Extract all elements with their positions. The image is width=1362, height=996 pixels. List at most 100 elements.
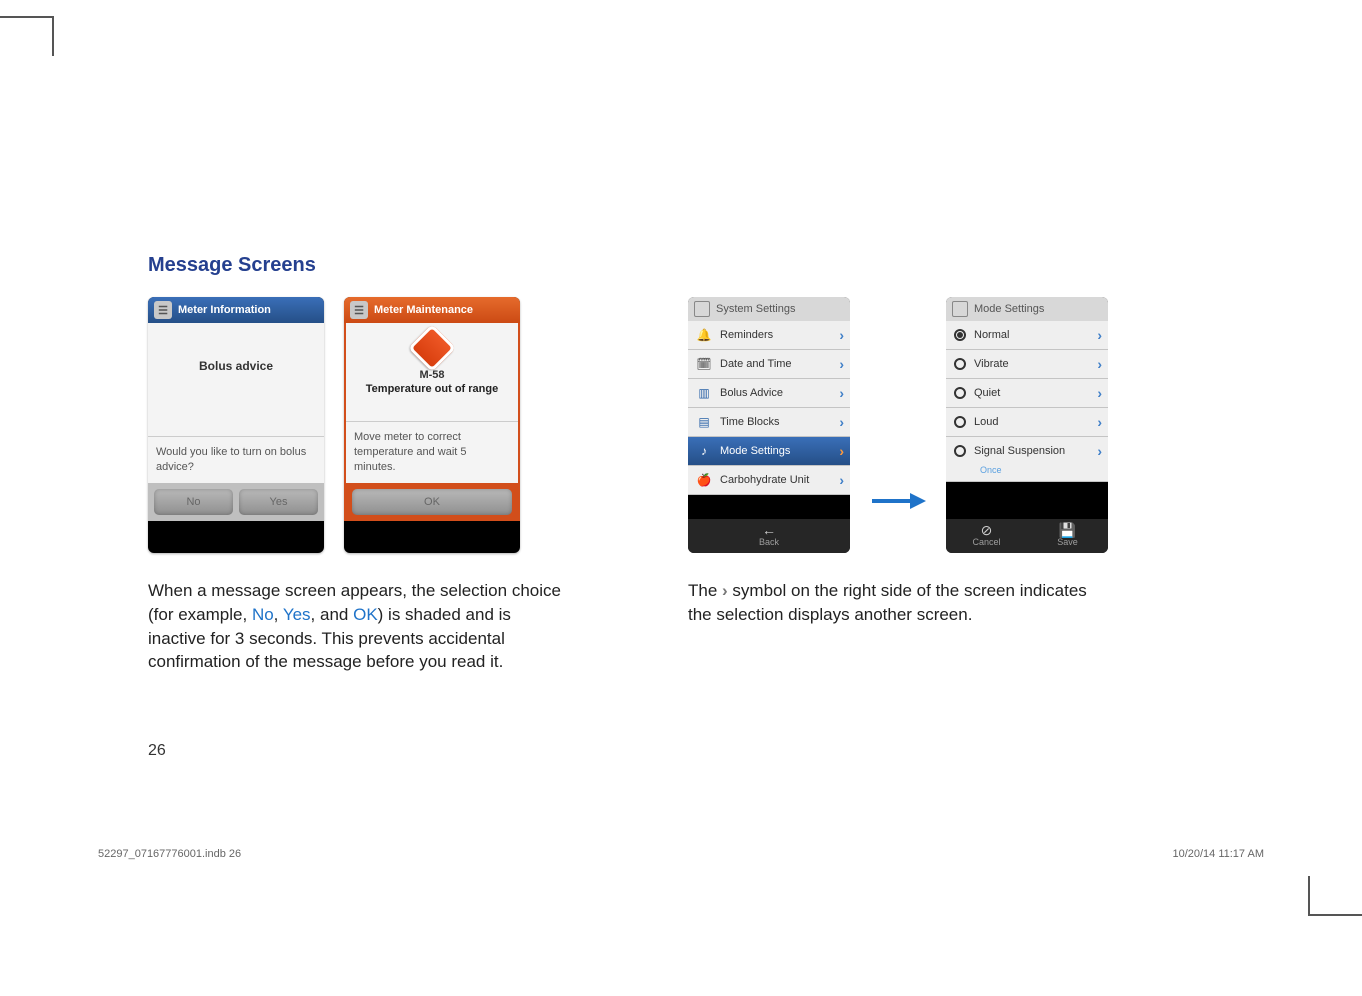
dialog-question: Would you like to turn on bolus advice?: [148, 445, 324, 483]
foot-label: Cancel: [972, 537, 1000, 547]
row-label: Reminders: [720, 329, 831, 341]
maintenance-name: Temperature out of range: [346, 383, 518, 395]
chevron-right-icon: ›: [839, 443, 844, 459]
settings-icon: [694, 301, 710, 317]
right-column: System Settings 🔔 Reminders › 🗓 Date and…: [688, 297, 1108, 674]
radio-icon: [954, 416, 966, 428]
row-signal-suspension[interactable]: Signal Suspension › Once: [946, 437, 1108, 482]
row-carb-unit[interactable]: 🍎 Carbohydrate Unit ›: [688, 466, 850, 495]
footer-timestamp: 10/20/14 11:17 AM: [1172, 848, 1264, 860]
blocks-icon: ▤: [696, 414, 712, 430]
footer-filename: 52297_07167776001.indb 26: [98, 848, 241, 860]
row-sublabel: Once: [954, 465, 1102, 475]
screen-header: Mode Settings: [946, 297, 1108, 321]
highlight-ok: OK: [353, 605, 378, 624]
text-run: symbol on the right side of the screen i…: [688, 581, 1087, 624]
yes-button[interactable]: Yes: [239, 489, 318, 515]
bell-icon: 🔔: [696, 327, 712, 343]
row-bolus-advice[interactable]: ▥ Bolus Advice ›: [688, 379, 850, 408]
left-column: ☰ Meter Information Bolus advice Would y…: [148, 297, 568, 674]
foot-label: Back: [759, 537, 779, 547]
maintenance-icon: ☰: [350, 301, 368, 319]
radio-icon: [954, 358, 966, 370]
screenshot-meter-maintenance: ☰ Meter Maintenance M-58 Temperature out…: [344, 297, 520, 553]
save-icon: 💾: [1033, 523, 1103, 537]
row-label: Carbohydrate Unit: [720, 474, 831, 486]
screenshot-system-settings: System Settings 🔔 Reminders › 🗓 Date and…: [688, 297, 850, 553]
row-label: Normal: [974, 329, 1089, 341]
highlight-yes: Yes: [283, 605, 311, 624]
chevron-right-icon: ›: [1097, 414, 1102, 430]
header-label: System Settings: [716, 303, 795, 315]
highlight-no: No: [252, 605, 274, 624]
mode-icon: [952, 301, 968, 317]
text-run: ,: [274, 605, 283, 624]
info-icon: ☰: [154, 301, 172, 319]
row-label: Signal Suspension: [974, 445, 1089, 457]
row-label: Loud: [974, 416, 1089, 428]
chevron-right-icon: ›: [1097, 356, 1102, 372]
row-reminders[interactable]: 🔔 Reminders ›: [688, 321, 850, 350]
screen-header: System Settings: [688, 297, 850, 321]
note-icon: ♪: [696, 443, 712, 459]
dialog-title: Meter Information: [178, 304, 271, 316]
back-arrow-icon: ←: [734, 523, 804, 537]
row-mode-settings[interactable]: ♪ Mode Settings ›: [688, 437, 850, 466]
radio-icon: [954, 445, 966, 457]
arrow-right-icon: [870, 491, 926, 511]
warning-diamond-icon: [408, 324, 456, 372]
dialog-header: ☰ Meter Information: [148, 297, 324, 323]
dialog-header: ☰ Meter Maintenance: [344, 297, 520, 323]
crop-mark: [1308, 876, 1310, 916]
row-quiet[interactable]: Quiet ›: [946, 379, 1108, 408]
row-normal[interactable]: Normal ›: [946, 321, 1108, 350]
maintenance-code: M-58: [346, 369, 518, 381]
text-run: , and: [311, 605, 354, 624]
foot-label: Save: [1057, 537, 1078, 547]
row-label: Date and Time: [720, 358, 831, 370]
section-heading: Message Screens: [148, 254, 1214, 277]
radio-selected-icon: [954, 329, 966, 341]
crop-mark: [52, 16, 54, 56]
paragraph-left: When a message screen appears, the selec…: [148, 579, 568, 674]
chart-icon: ▥: [696, 385, 712, 401]
crop-mark: [0, 16, 52, 18]
divider: [148, 436, 324, 437]
chevron-right-icon: ›: [839, 472, 844, 488]
cancel-button[interactable]: ⊘ Cancel: [952, 523, 1022, 547]
calendar-clock-icon: 🗓: [696, 356, 712, 372]
chevron-right-icon: ›: [839, 385, 844, 401]
chevron-right-icon: ›: [839, 327, 844, 343]
row-label: Quiet: [974, 387, 1089, 399]
row-label: Vibrate: [974, 358, 1089, 370]
dialog-subject: Bolus advice: [148, 359, 324, 373]
page-number: 26: [148, 742, 166, 760]
dialog-title: Meter Maintenance: [374, 304, 473, 316]
row-date-time[interactable]: 🗓 Date and Time ›: [688, 350, 850, 379]
ok-button[interactable]: OK: [352, 489, 512, 515]
chevron-right-icon: ›: [1097, 443, 1102, 459]
chevron-right-icon: ›: [1097, 385, 1102, 401]
row-label: Mode Settings: [720, 445, 831, 457]
crop-mark: [1310, 914, 1362, 916]
save-button[interactable]: 💾 Save: [1033, 523, 1103, 547]
text-run: The: [688, 581, 722, 600]
row-vibrate[interactable]: Vibrate ›: [946, 350, 1108, 379]
maintenance-instruction: Move meter to correct temperature and wa…: [346, 430, 518, 483]
flow-arrow: [870, 297, 926, 553]
paragraph-right: The › symbol on the right side of the sc…: [688, 579, 1108, 627]
header-label: Mode Settings: [974, 303, 1044, 315]
screenshot-mode-settings: Mode Settings Normal › Vibrate › Qu: [946, 297, 1108, 553]
apple-icon: 🍎: [696, 472, 712, 488]
row-time-blocks[interactable]: ▤ Time Blocks ›: [688, 408, 850, 437]
row-loud[interactable]: Loud ›: [946, 408, 1108, 437]
radio-icon: [954, 387, 966, 399]
no-button[interactable]: No: [154, 489, 233, 515]
divider: [346, 421, 518, 422]
back-button[interactable]: ← Back: [734, 523, 804, 547]
chevron-right-icon: ›: [839, 414, 844, 430]
chevron-right-icon: ›: [839, 356, 844, 372]
screenshot-meter-information: ☰ Meter Information Bolus advice Would y…: [148, 297, 324, 553]
row-label: Bolus Advice: [720, 387, 831, 399]
row-label: Time Blocks: [720, 416, 831, 428]
